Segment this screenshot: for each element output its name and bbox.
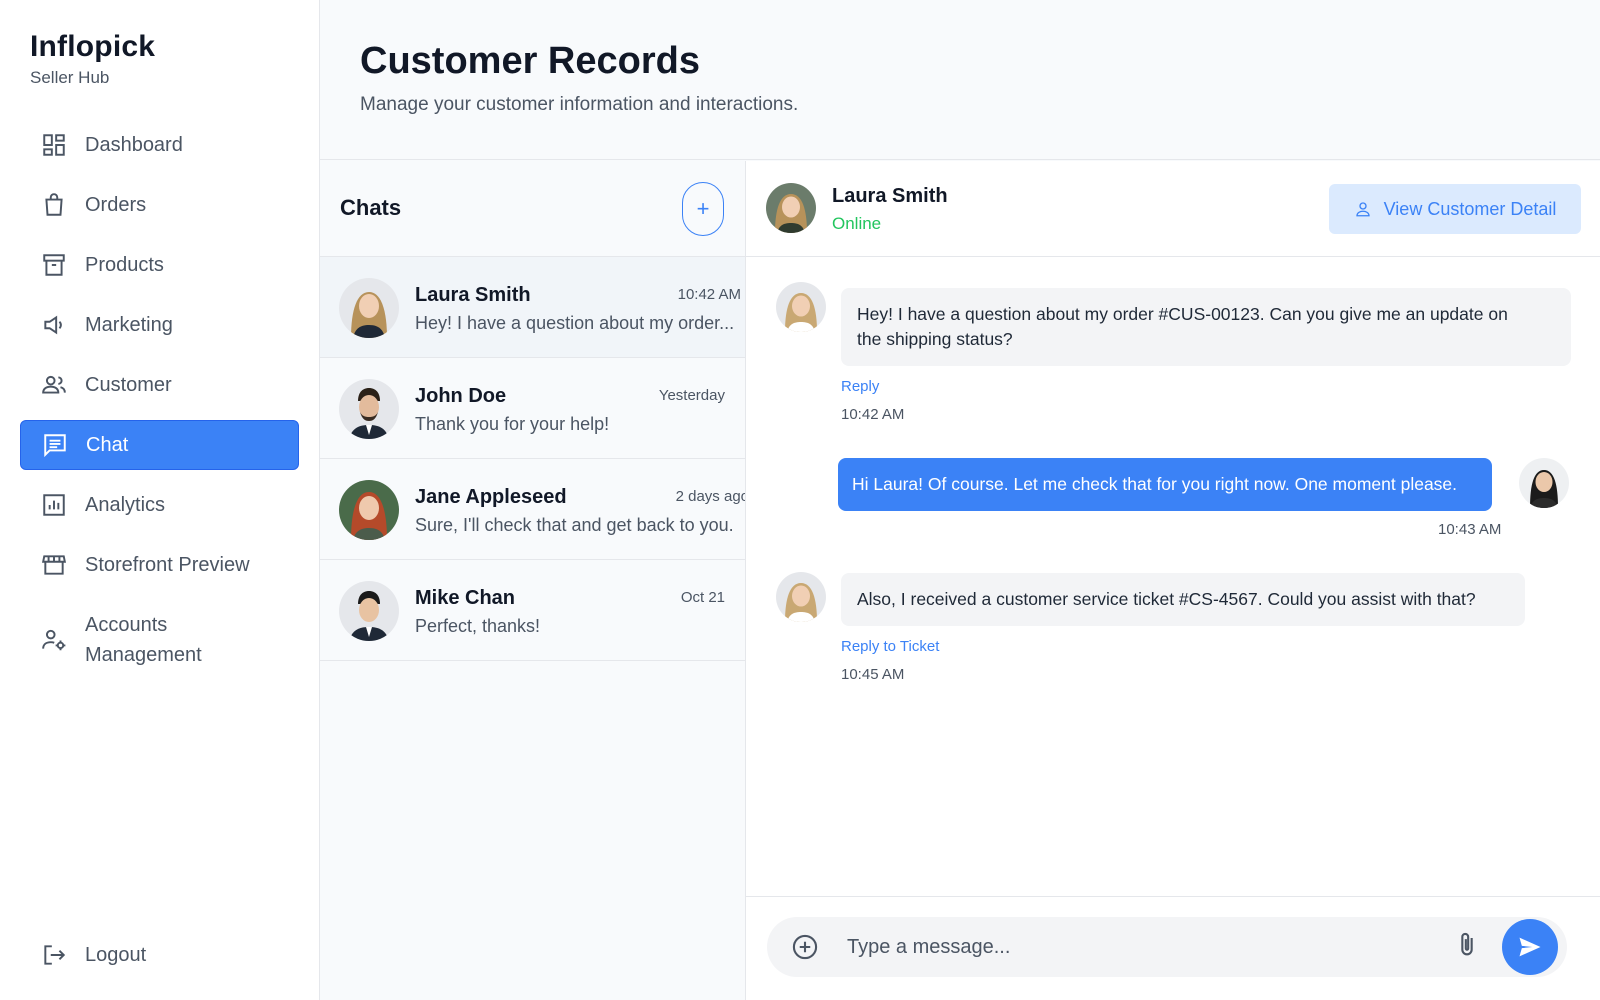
contact-status: Online (832, 214, 882, 233)
user-settings-icon (41, 627, 67, 653)
chat-list-header: Chats + (320, 161, 745, 257)
bar-chart-icon (41, 492, 67, 518)
conversation-time: 2 days ago (675, 488, 745, 505)
brand: Inflopick Seller Hub (30, 30, 155, 88)
chat-list-panel: Chats + Laura Smith 10:42 AM Hey! I have… (320, 161, 746, 1000)
add-attachment-icon[interactable] (791, 933, 819, 961)
chat-header: Laura Smith Online View Customer Detail (746, 161, 1600, 257)
conversation-preview: Hey! I have a question about my order... (415, 313, 735, 333)
archive-box-icon (41, 252, 67, 278)
sidebar-item-orders[interactable]: Orders (20, 180, 299, 230)
sidebar-item-products[interactable]: Products (20, 240, 299, 290)
avatar (339, 278, 399, 338)
page-subtitle: Manage your customer information and int… (360, 94, 799, 115)
message-bubble-outgoing: Hi Laura! Of course. Let me check that f… (838, 458, 1492, 511)
avatar (339, 480, 399, 540)
send-button[interactable] (1502, 919, 1558, 975)
sidebar: Inflopick Seller Hub Dashboard Orders Pr… (0, 0, 320, 1000)
message-text-line: Hey! I have a question about my order #C… (857, 304, 1508, 324)
view-customer-detail-label: View Customer Detail (1383, 198, 1557, 219)
dashboard-icon (41, 132, 67, 158)
store-icon (41, 552, 67, 578)
conversation-item[interactable]: John Doe Yesterday Thank you for your he… (320, 358, 745, 459)
sidebar-item-customer[interactable]: Customer (20, 360, 299, 410)
paperclip-icon[interactable] (1453, 931, 1481, 961)
sidebar-item-label: Customer (85, 373, 172, 396)
sidebar-item-label: Orders (85, 193, 147, 216)
conversation-name: Jane Appleseed (415, 486, 567, 508)
sidebar-item-dashboard[interactable]: Dashboard (20, 120, 299, 170)
brand-title: Inflopick (30, 30, 156, 63)
conversation-preview: Thank you for your help! (415, 414, 610, 434)
sidebar-item-label: Storefront Preview (85, 553, 250, 576)
message-time: 10:45 AM (841, 666, 905, 683)
chat-pane: Laura Smith Online View Customer Detail … (746, 161, 1600, 1000)
sidebar-item-marketing[interactable]: Marketing (20, 300, 299, 350)
conversation-time: Oct 21 (680, 589, 725, 606)
message-input[interactable] (847, 927, 1437, 967)
composer (767, 917, 1567, 977)
sidebar-item-accounts-management[interactable]: Accounts Management (20, 600, 299, 680)
sidebar-item-label: Dashboard (85, 133, 183, 156)
sidebar-item-label: Chat (86, 433, 129, 456)
conversation-item[interactable]: Mike Chan Oct 21 Perfect, thanks! (320, 560, 745, 661)
page-header: Customer Records Manage your customer in… (320, 0, 1600, 160)
reply-to-ticket-link[interactable]: Reply to Ticket (841, 638, 939, 655)
sidebar-item-analytics[interactable]: Analytics (20, 480, 299, 530)
message-avatar (776, 572, 826, 622)
logout-icon (41, 942, 67, 968)
message-bubble-incoming: Also, I received a customer service tick… (841, 573, 1525, 626)
brand-subtitle: Seller Hub (30, 68, 110, 87)
conversation-item[interactable]: Jane Appleseed 2 days ago Sure, I'll che… (320, 459, 745, 560)
conversation-time: Yesterday (658, 387, 725, 404)
conversation-name: Mike Chan (415, 587, 516, 609)
user-icon (1355, 202, 1370, 217)
contact-name: Laura Smith (832, 185, 948, 207)
sidebar-item-chat[interactable]: Chat (20, 420, 299, 470)
message-bubble-incoming: Hey! I have a question about my order #C… (841, 288, 1571, 366)
composer-bar (746, 896, 1600, 1000)
sidebar-nav: Dashboard Orders Products Marketing Cust… (20, 120, 299, 690)
conversation-name: Laura Smith (415, 284, 531, 306)
conversation-preview: Perfect, thanks! (415, 616, 541, 636)
reply-link[interactable]: Reply (841, 378, 879, 395)
avatar (339, 581, 399, 641)
page-title: Customer Records (360, 40, 700, 82)
logout-label: Logout (85, 943, 147, 966)
sidebar-item-label: Analytics (85, 493, 166, 516)
message-text-line: the shipping status? (857, 329, 1013, 349)
sidebar-item-label: Accounts Management (85, 614, 202, 666)
chat-list-title: Chats (340, 195, 402, 220)
new-chat-button[interactable]: + (682, 182, 724, 236)
chat-icon (42, 432, 68, 458)
conversation-name: John Doe (415, 385, 507, 407)
users-icon (41, 372, 67, 398)
sidebar-item-label: Marketing (85, 313, 173, 336)
contact-avatar (766, 183, 816, 233)
message-time: 10:42 AM (841, 406, 905, 423)
message-time: 10:43 AM (1438, 521, 1502, 538)
logout-button[interactable]: Logout (20, 930, 299, 980)
message-avatar (1519, 458, 1569, 508)
send-icon (1519, 937, 1541, 957)
conversation-preview: Sure, I'll check that and get back to yo… (415, 515, 734, 535)
sidebar-item-storefront-preview[interactable]: Storefront Preview (20, 540, 299, 590)
conversation-time: 10:42 AM (677, 286, 741, 303)
avatar (339, 379, 399, 439)
conversation-item[interactable]: Laura Smith 10:42 AM Hey! I have a quest… (320, 257, 745, 358)
message-avatar (776, 282, 826, 332)
view-customer-detail-button[interactable]: View Customer Detail (1329, 184, 1581, 234)
sidebar-item-label: Products (85, 253, 164, 276)
shopping-bag-icon (41, 192, 67, 218)
megaphone-icon (41, 312, 67, 338)
